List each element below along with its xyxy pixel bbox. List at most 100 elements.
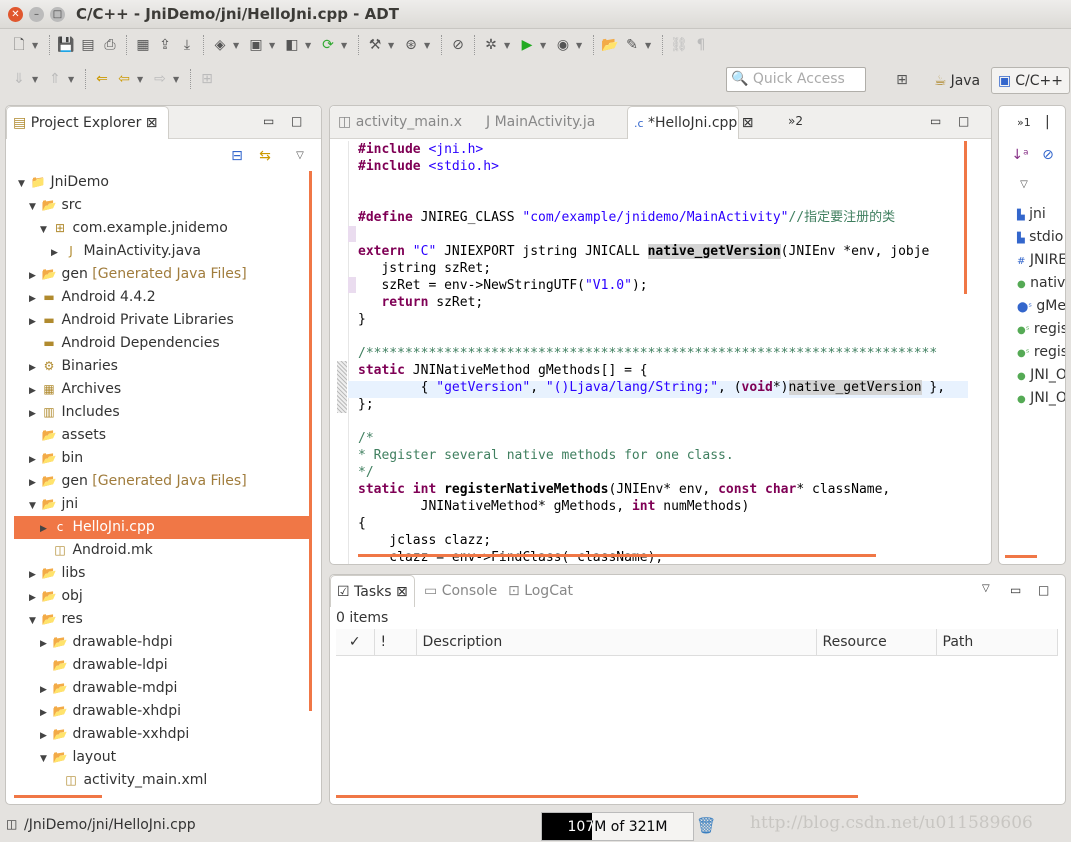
tab-hellojni-cpp[interactable]: .c *HelloJni.cpp ⊠ bbox=[627, 106, 754, 139]
tree-item[interactable]: ▶ 📂 gen [Generated Java Files] bbox=[14, 470, 311, 493]
collapsed-arrow-icon[interactable]: ▶ bbox=[40, 702, 52, 725]
tab-logcat[interactable]: ⊡ LogCat bbox=[502, 575, 579, 608]
tree-item[interactable]: 📂 assets bbox=[14, 424, 311, 447]
tree-item[interactable]: ▼ 📁 JniDemo bbox=[14, 171, 311, 194]
garbage-collect-trash-icon[interactable]: 🗑 bbox=[696, 816, 716, 835]
maximize-button[interactable]: □ bbox=[1038, 583, 1049, 597]
sort-alphabetically-icon[interactable]: ↓ᵃ bbox=[1011, 146, 1029, 164]
collapse-all-icon[interactable]: ⊟ bbox=[228, 147, 246, 165]
tree-item[interactable]: ◫ Android.mk bbox=[14, 539, 311, 562]
upload-icon[interactable]: ⇪ bbox=[156, 36, 174, 54]
tab-console[interactable]: ▭ Console bbox=[418, 575, 503, 608]
collapsed-arrow-icon[interactable]: ▶ bbox=[29, 564, 41, 587]
column-priority[interactable]: ! bbox=[374, 629, 417, 656]
tree-item[interactable]: ▶ c HelloJni.cpp bbox=[14, 516, 311, 539]
tree-item[interactable]: ▶ ▬ Android Private Libraries bbox=[14, 309, 311, 332]
tree-item[interactable]: ▶ 📂 obj bbox=[14, 585, 311, 608]
new-folder-icon[interactable]: ▣ bbox=[247, 36, 265, 54]
tree-item[interactable]: ▶ 📂 drawable-hdpi bbox=[14, 631, 311, 654]
collapsed-arrow-icon[interactable]: ▶ bbox=[51, 242, 63, 265]
editor-horizontal-scrollbar[interactable] bbox=[358, 554, 876, 557]
expanded-arrow-icon[interactable]: ▼ bbox=[29, 610, 41, 633]
expanded-arrow-icon[interactable]: ▼ bbox=[18, 173, 30, 196]
hide-fields-icon[interactable]: ⊘ bbox=[1039, 146, 1057, 164]
view-tab-stub[interactable]: | bbox=[1045, 114, 1050, 130]
back-icon[interactable]: ⇦ bbox=[115, 70, 133, 88]
tree-item[interactable]: ◫ activity_main.xml bbox=[14, 769, 311, 792]
tree-item[interactable]: ▶ 📂 bin bbox=[14, 447, 311, 470]
collapsed-arrow-icon[interactable]: ▶ bbox=[29, 265, 41, 288]
download-icon[interactable]: ⤓ bbox=[178, 36, 196, 54]
more-tabs-button[interactable]: »2 bbox=[782, 106, 809, 139]
tree-item[interactable]: ▼ 📂 res bbox=[14, 608, 311, 631]
collapsed-arrow-icon[interactable]: ▶ bbox=[40, 633, 52, 656]
minimize-window-button[interactable]: – bbox=[29, 7, 44, 22]
expanded-arrow-icon[interactable]: ▼ bbox=[40, 219, 52, 242]
close-icon[interactable]: ⊠ bbox=[146, 115, 158, 131]
debug-icon[interactable]: ✲ bbox=[482, 36, 500, 54]
brush-icon[interactable]: ✎ bbox=[623, 36, 641, 54]
tab-tasks[interactable]: ☑ Tasks ⊠ bbox=[330, 575, 415, 607]
perspective-cpp[interactable]: ▣ C/C++ bbox=[991, 67, 1070, 94]
heap-status-bar[interactable]: 107M of 321M bbox=[541, 812, 694, 841]
editor-vertical-scrollbar[interactable] bbox=[964, 141, 967, 294]
column-resource[interactable]: Resource bbox=[816, 629, 937, 656]
maximize-button[interactable]: □ bbox=[291, 114, 302, 128]
open-perspective-icon[interactable]: ⊞ bbox=[893, 71, 911, 89]
outline-item[interactable]: ⬤ˢ gMethods bbox=[1017, 298, 1065, 314]
outline-scrollbar[interactable] bbox=[1005, 555, 1037, 558]
collapsed-arrow-icon[interactable]: ▶ bbox=[29, 403, 41, 426]
minimize-button[interactable]: ▭ bbox=[1010, 583, 1021, 597]
tree-item[interactable]: 📂 drawable-ldpi bbox=[14, 654, 311, 677]
collapsed-arrow-icon[interactable]: ▶ bbox=[29, 311, 41, 334]
prev-annotation-icon[interactable]: ⇑ bbox=[46, 70, 64, 88]
perspective-java[interactable]: ☕ Java bbox=[928, 67, 986, 94]
collapsed-arrow-icon[interactable]: ▶ bbox=[29, 472, 41, 495]
collapsed-arrow-icon[interactable]: ▶ bbox=[29, 288, 41, 311]
last-edit-icon[interactable]: ⇐ bbox=[93, 70, 111, 88]
tree-item[interactable]: ▼ 📂 jni bbox=[14, 493, 311, 516]
outline-item[interactable]: ● native_getVersion bbox=[1017, 275, 1065, 291]
tab-project-explorer[interactable]: ▤ Project Explorer ⊠ bbox=[6, 106, 169, 139]
quick-access-input[interactable]: 🔍 Quick Access bbox=[726, 67, 866, 92]
outline-item[interactable]: ● JNI_OnUnload bbox=[1017, 390, 1065, 406]
view-menu-icon[interactable]: ▽ bbox=[291, 147, 309, 165]
forward-icon[interactable]: ⇨ bbox=[151, 70, 169, 88]
collapsed-arrow-icon[interactable]: ▶ bbox=[29, 449, 41, 472]
outline-item[interactable]: ▙ jni bbox=[1017, 206, 1046, 222]
tab-activity-main-xml[interactable]: ◫ activity_main.x bbox=[332, 106, 468, 139]
link-icon[interactable]: ⛓ bbox=[670, 36, 688, 54]
tree-item[interactable]: ▶ 📂 drawable-xxhdpi bbox=[14, 723, 311, 746]
tasks-scrollbar[interactable] bbox=[336, 795, 858, 798]
tree-item[interactable]: ▶ ▥ Includes bbox=[14, 401, 311, 424]
refresh-icon[interactable]: ⟳ bbox=[319, 36, 337, 54]
tree-item[interactable]: ▼ 📂 layout bbox=[14, 746, 311, 769]
skip-breakpoints-icon[interactable]: ⊘ bbox=[449, 36, 467, 54]
pin-icon[interactable]: ⊞ bbox=[198, 70, 216, 88]
run-icon[interactable]: ▶ bbox=[518, 36, 536, 54]
expanded-arrow-icon[interactable]: ▼ bbox=[40, 748, 52, 771]
collapsed-arrow-icon[interactable]: ▶ bbox=[29, 357, 41, 380]
new-class-icon[interactable]: ◧ bbox=[283, 36, 301, 54]
tree-item[interactable]: ▶ 📂 drawable-xhdpi bbox=[14, 700, 311, 723]
tree-item[interactable]: ▶ ▬ Android 4.4.2 bbox=[14, 286, 311, 309]
tree-item[interactable]: ▬ Android Dependencies bbox=[14, 332, 311, 355]
link-with-editor-icon[interactable]: ⇆ bbox=[256, 147, 274, 165]
toggle-icon[interactable]: ¶ bbox=[692, 36, 710, 54]
view-menu-icon[interactable]: ▽ bbox=[982, 583, 990, 594]
code-editor[interactable]: #include <jni.h> #include <stdio.h> #defin… bbox=[358, 141, 945, 564]
more-views-button[interactable]: »1 bbox=[1017, 116, 1031, 129]
close-window-button[interactable]: ✕ bbox=[8, 7, 23, 22]
save-icon[interactable]: 💾 bbox=[57, 36, 75, 54]
target-icon[interactable]: ⊛ bbox=[402, 36, 420, 54]
tree-scrollbar[interactable] bbox=[309, 171, 312, 711]
outline-item[interactable]: ● JNI_OnLoad bbox=[1017, 367, 1065, 383]
external-tools-icon[interactable]: ◉ bbox=[554, 36, 572, 54]
tree-item[interactable]: ▶ 📂 libs bbox=[14, 562, 311, 585]
view-menu-icon[interactable]: ▽ bbox=[1015, 176, 1033, 194]
tree-item[interactable]: ▶ 📂 gen [Generated Java Files] bbox=[14, 263, 311, 286]
outline-item[interactable]: ●ˢ registerNatives bbox=[1017, 344, 1065, 360]
binary-icon[interactable]: ▦ bbox=[134, 36, 152, 54]
tree-item[interactable]: ▶ ▦ Archives bbox=[14, 378, 311, 401]
new-icon[interactable]: 🗋 bbox=[10, 36, 28, 54]
